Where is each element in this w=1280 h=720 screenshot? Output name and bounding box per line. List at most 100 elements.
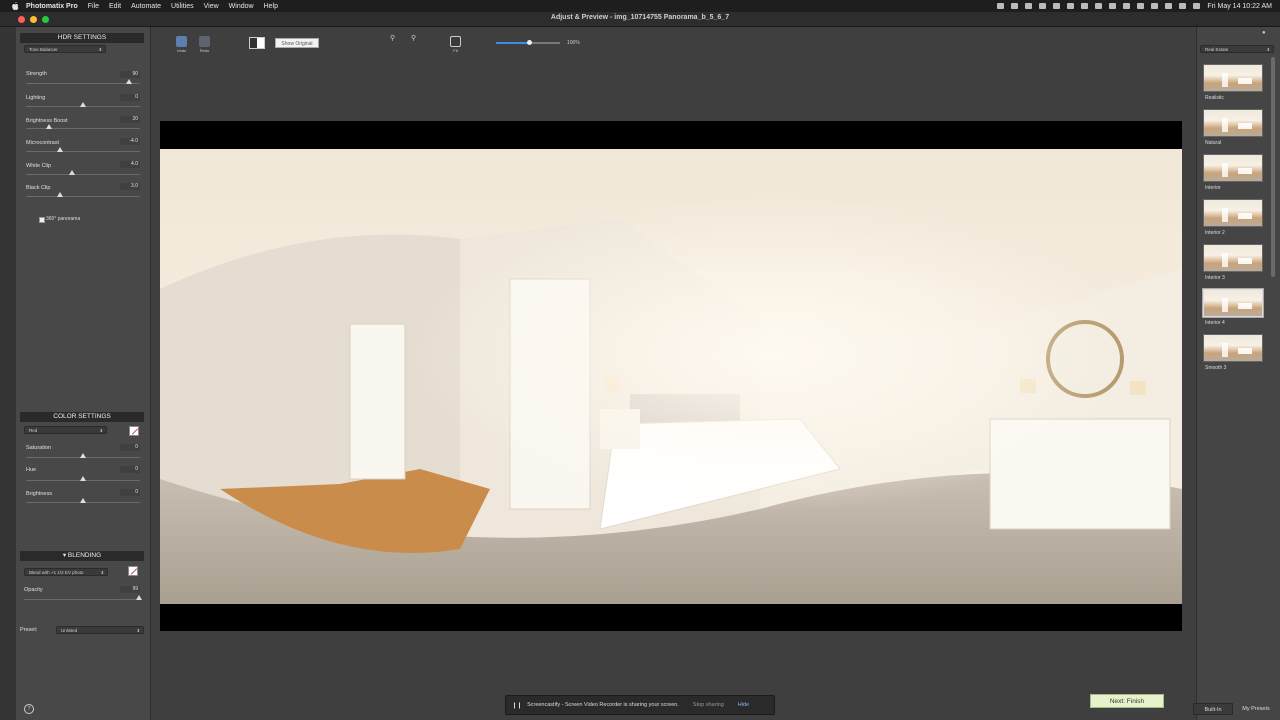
saturation-slider-thumb[interactable] — [80, 453, 86, 458]
menu-edit[interactable]: Edit — [109, 3, 121, 10]
apple-icon[interactable] — [10, 2, 20, 10]
preset-thumbnail-interior[interactable] — [1203, 154, 1263, 182]
white-clip-value[interactable]: 4.0 — [120, 161, 140, 168]
preset-label-interior[interactable]: Interior — [1205, 185, 1221, 191]
undo-button[interactable]: Undo — [176, 36, 187, 53]
preview-canvas[interactable] — [160, 121, 1182, 631]
color-brightness-slider-thumb[interactable] — [80, 498, 86, 503]
lighting-value[interactable]: 0 — [120, 94, 140, 101]
next-finish-button[interactable]: Next: Finish — [1090, 694, 1164, 708]
menu-window[interactable]: Window — [229, 3, 254, 10]
brightness-boost-slider-thumb[interactable] — [45, 124, 52, 129]
hue-slider[interactable] — [26, 476, 140, 481]
preset-thumbnail-interior-3[interactable] — [1203, 244, 1263, 272]
control-center-icon[interactable] — [1179, 3, 1187, 9]
color-picker-swatch[interactable] — [129, 426, 139, 436]
microcontrast-value[interactable]: -4.0 — [120, 138, 140, 145]
strength-slider[interactable] — [26, 79, 140, 84]
color-brightness-value[interactable]: 0 — [120, 489, 140, 496]
wifi-icon[interactable] — [1151, 3, 1159, 9]
lighting-slider-thumb[interactable] — [80, 102, 86, 107]
tone-method-dropdown[interactable]: Tone Balancer ⬍ — [24, 45, 106, 53]
airplay-icon[interactable] — [1137, 3, 1145, 9]
menu-app-name[interactable]: Photomatix Pro — [26, 3, 78, 10]
panorama-preview-image[interactable] — [160, 149, 1182, 604]
zoom-slider[interactable] — [496, 40, 560, 45]
blend-mode-dropdown[interactable]: Blend with +1 1/2 EV photo ⬍ — [24, 568, 108, 576]
preset-thumbnail-interior-4[interactable] — [1202, 288, 1264, 318]
dropbox-icon[interactable] — [1011, 3, 1019, 9]
gear-icon[interactable]: ● — [1262, 30, 1266, 36]
network-icon[interactable] — [1067, 3, 1075, 9]
preset-label-smooth-3[interactable]: Smooth 3 — [1205, 365, 1226, 371]
zoom-in-icon[interactable]: ⚲ — [411, 34, 416, 42]
preset-thumbnail-realistic[interactable] — [1203, 64, 1263, 92]
white-clip-slider-thumb[interactable] — [68, 170, 75, 175]
presets-scrollbar[interactable] — [1271, 57, 1275, 277]
hide-notification-button[interactable]: Hide — [738, 702, 749, 708]
help-icon[interactable]: ? — [24, 704, 34, 714]
saturation-value[interactable]: 0 — [120, 444, 140, 451]
notes-icon[interactable] — [1081, 3, 1089, 9]
compare-icon[interactable] — [249, 37, 265, 49]
show-original-button[interactable]: Show Original — [275, 38, 319, 48]
panorama-checkbox[interactable] — [39, 217, 45, 223]
opacity-slider[interactable] — [24, 595, 142, 600]
menu-utilities[interactable]: Utilities — [171, 3, 194, 10]
menu-file[interactable]: File — [88, 3, 99, 10]
preset-label-interior-3[interactable]: Interior 3 — [1205, 275, 1225, 281]
hue-slider-thumb[interactable] — [80, 476, 86, 481]
zoom-slider-thumb[interactable] — [527, 40, 533, 45]
siri-icon[interactable] — [1193, 3, 1201, 9]
black-clip-slider-thumb[interactable] — [57, 192, 64, 197]
preset-label-natural[interactable]: Natural — [1205, 140, 1221, 146]
lighting-slider[interactable] — [26, 102, 140, 107]
preset-dropdown[interactable]: Unlisted ⬍ — [56, 626, 144, 634]
hdr-settings-header[interactable]: HDR SETTINGS — [20, 33, 144, 43]
blend-picker-swatch[interactable] — [128, 566, 138, 576]
black-clip-value[interactable]: 3.0 — [120, 183, 140, 190]
cloud-icon[interactable] — [1095, 3, 1103, 9]
microcontrast-slider[interactable] — [26, 147, 140, 152]
tab-built-in[interactable]: Built-In — [1193, 703, 1233, 715]
black-clip-slider[interactable] — [26, 192, 140, 197]
preset-thumbnail-interior-2[interactable] — [1203, 199, 1263, 227]
preset-thumbnail-smooth-3[interactable] — [1203, 334, 1263, 362]
preset-label-realistic[interactable]: Realistic — [1205, 95, 1224, 101]
menu-clock[interactable]: Fri May 14 10:22 AM — [1207, 3, 1272, 10]
stop-sharing-button[interactable]: Stop sharing — [693, 702, 724, 708]
chrome-icon[interactable] — [1053, 3, 1061, 9]
strength-value[interactable]: 90 — [120, 71, 140, 78]
preset-label-interior-4[interactable]: Interior 4 — [1205, 320, 1225, 326]
menu-automate[interactable]: Automate — [131, 3, 161, 10]
redo-button[interactable]: Redo — [199, 36, 210, 53]
hue-value[interactable]: 0 — [120, 466, 140, 473]
app-status-icon[interactable] — [1025, 3, 1033, 9]
tab-my-presets[interactable]: My Presets — [1236, 703, 1276, 715]
color-settings-header[interactable]: COLOR SETTINGS — [20, 412, 144, 422]
opacity-value[interactable]: 99 — [120, 586, 140, 593]
preset-label-interior-2[interactable]: Interior 2 — [1205, 230, 1225, 236]
color-brightness-slider[interactable] — [26, 498, 140, 503]
microphone-icon[interactable] — [997, 3, 1005, 9]
saturation-slider[interactable] — [26, 453, 140, 458]
zoom-out-icon[interactable]: ⚲ — [390, 34, 395, 42]
strength-slider-thumb[interactable] — [125, 79, 132, 84]
fit-button[interactable]: Fit — [450, 36, 461, 53]
menu-view[interactable]: View — [204, 3, 219, 10]
menu-help[interactable]: Help — [264, 3, 278, 10]
color-channel-dropdown[interactable]: Red ⬍ — [24, 426, 107, 434]
microcontrast-slider-thumb[interactable] — [57, 147, 64, 152]
brightness-boost-value[interactable]: 20 — [120, 116, 140, 123]
opacity-slider-thumb[interactable] — [135, 595, 142, 600]
brightness-boost-slider[interactable] — [26, 124, 140, 129]
search-icon[interactable] — [1165, 3, 1173, 9]
pen-icon[interactable] — [1039, 3, 1047, 9]
bluetooth-icon[interactable] — [1123, 3, 1131, 9]
panorama-checkbox-label[interactable]: 360° panorama — [46, 216, 80, 222]
blending-header[interactable]: ▾ BLENDING — [20, 551, 144, 561]
preset-thumbnail-natural[interactable] — [1203, 109, 1263, 137]
preset-category-dropdown[interactable]: Real Estate ⬍ — [1200, 45, 1274, 53]
volume-icon[interactable] — [1109, 3, 1117, 9]
white-clip-slider[interactable] — [26, 170, 140, 175]
